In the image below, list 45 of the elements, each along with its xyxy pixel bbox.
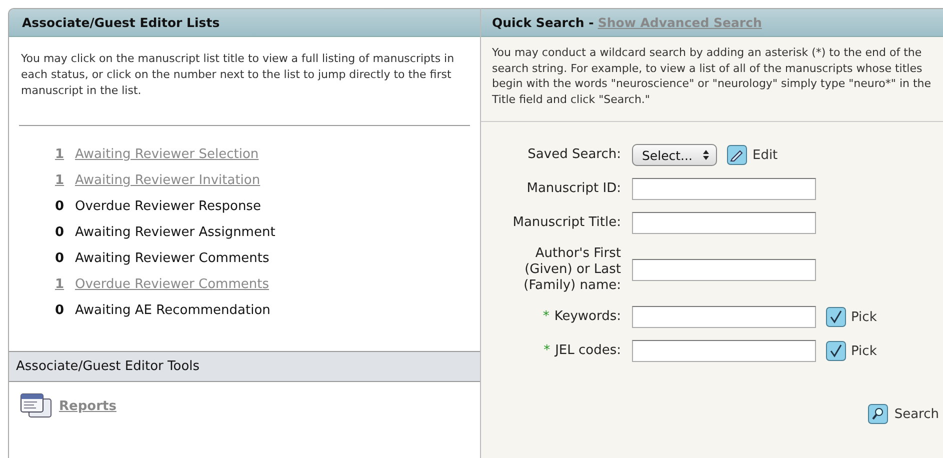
- search-icon[interactable]: [868, 404, 888, 424]
- list-link[interactable]: Awaiting Reviewer Selection: [75, 146, 259, 163]
- list-label: Awaiting Reviewer Assignment: [75, 224, 276, 241]
- pencil-icon[interactable]: [727, 145, 748, 165]
- panel-title: Quick Search -: [492, 15, 594, 30]
- input-field[interactable]: [632, 178, 816, 200]
- input-field[interactable]: [632, 212, 816, 234]
- action-link[interactable]: Edit: [752, 148, 778, 162]
- required-mark: *: [544, 343, 550, 359]
- checkmark-icon[interactable]: [826, 307, 846, 327]
- field-label: JEL codes:: [555, 343, 621, 359]
- saved-search-dropdown[interactable]: Select...: [632, 144, 718, 166]
- list-label: Awaiting AE Recommendation: [75, 302, 270, 319]
- count-text: 0: [55, 302, 66, 319]
- list-link[interactable]: Overdue Reviewer Comments: [75, 276, 269, 293]
- updown-icon: [702, 149, 710, 161]
- list-label: Overdue Reviewer Response: [75, 198, 261, 215]
- instructions-text: You may click on the manuscript list title to view a full listing of manuscripts in each status, or click on the number next to the list to jump directly to the first manuscript in the list.: [21, 51, 456, 99]
- field-label: Saved Search:: [528, 147, 621, 163]
- search-link[interactable]: Search: [894, 406, 939, 422]
- field-label: Manuscript Title:: [512, 215, 621, 231]
- count-link[interactable]: 1: [55, 276, 66, 293]
- list-label: Awaiting Reviewer Comments: [75, 250, 270, 267]
- count-text: 0: [55, 250, 66, 267]
- reports-link[interactable]: Reports: [59, 398, 116, 414]
- required-mark: *: [542, 309, 550, 325]
- input-field[interactable]: [632, 306, 816, 328]
- action-link[interactable]: Pick: [851, 310, 877, 324]
- reports-icon: [19, 392, 53, 420]
- input-field[interactable]: [632, 259, 816, 281]
- section-title: Associate/Guest Editor Tools: [16, 359, 200, 374]
- count-link[interactable]: 1: [55, 172, 66, 189]
- input-field[interactable]: [632, 340, 816, 362]
- instructions-text: You may conduct a wildcard search by adding an asterisk (*) to the end of the search string. For example, to view a list of all of the manuscripts whose titles begin with the words "neuroscience" or "neurology" simply type "neuro*" in the Title field and click "Search.": [492, 45, 932, 107]
- panel-title: Associate/Guest Editor Lists: [22, 15, 220, 30]
- count-link[interactable]: 1: [55, 146, 66, 163]
- field-label: Manuscript ID:: [526, 181, 621, 197]
- count-text: 0: [55, 224, 66, 241]
- field-label: Keywords:: [554, 309, 621, 325]
- count-text: 0: [55, 198, 66, 215]
- advanced-search-link[interactable]: Show Advanced Search: [598, 15, 762, 30]
- checkmark-icon[interactable]: [826, 341, 846, 361]
- field-label: Author's First (Given) or Last (Family) name:: [522, 246, 621, 294]
- action-link[interactable]: Pick: [851, 344, 877, 358]
- list-link[interactable]: Awaiting Reviewer Invitation: [75, 172, 260, 189]
